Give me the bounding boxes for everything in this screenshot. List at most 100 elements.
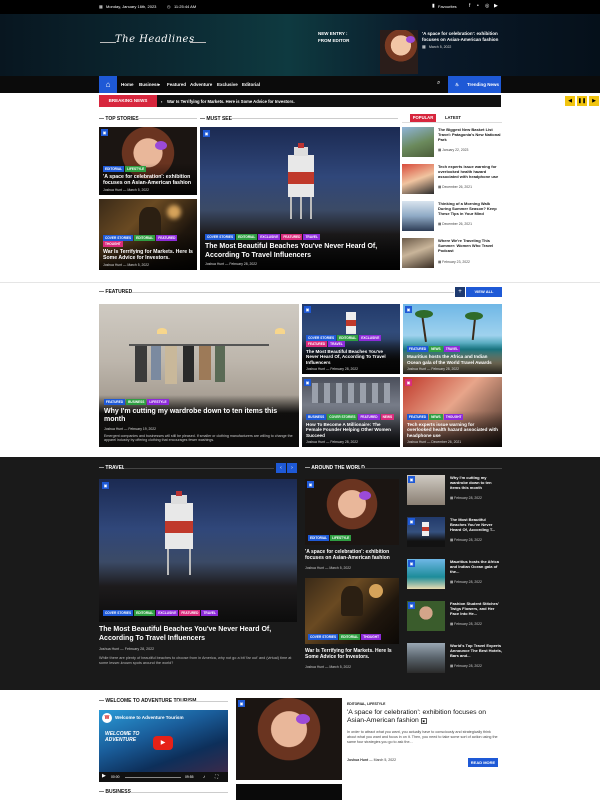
editor-pick-image[interactable]	[380, 30, 418, 74]
tag[interactable]: TRAVEL	[443, 346, 461, 352]
mini-thumb[interactable]: ▣	[407, 475, 445, 505]
featured-card-2[interactable]: ▣ FEATURED NEWS TRAVEL Mauritius hosts the…	[403, 304, 502, 374]
tag[interactable]: LIFESTYLE	[147, 398, 169, 405]
view-all-button[interactable]: VIEW ALL	[466, 287, 502, 297]
tag[interactable]: EXCLUSIVE	[359, 334, 382, 341]
tag[interactable]: EDITORIAL	[339, 634, 361, 640]
tag[interactable]: EDITORIAL	[103, 165, 125, 172]
author[interactable]: Joshua Hunt	[103, 188, 122, 192]
nav-item-exclusive[interactable]: Exclusive	[217, 82, 238, 87]
featured-card-4-title[interactable]: Tech experts issue warning for overlooke…	[407, 422, 498, 439]
around-big-1-image[interactable]: ▣ EDITORIAL LIFESTYLE	[305, 479, 399, 545]
bottom-article-image[interactable]: ▣	[236, 698, 342, 780]
top-story-2-title[interactable]: War Is Terrifying for Markets. Here Is S…	[103, 249, 193, 261]
sidebar-item[interactable]: Tech experts issue warning for overlooke…	[402, 164, 502, 198]
must-see-headline[interactable]: The Most Beautiful Beaches You've Never …	[205, 243, 395, 260]
tag[interactable]: COVER STORIES	[308, 634, 339, 640]
video-player[interactable]: W Welcome to Adventure Tourism WELCOME T…	[99, 710, 228, 782]
tag[interactable]: FEATURED	[358, 413, 380, 420]
nav-item-featured[interactable]: Featured	[167, 82, 186, 87]
tag[interactable]: LIFESTYLE	[330, 535, 352, 541]
bottom-article-title[interactable]: 'A space for celebration': exhibition fo…	[347, 709, 502, 726]
nav-item-adventure[interactable]: Adventure	[190, 82, 212, 87]
plus-icon[interactable]: +	[455, 287, 465, 297]
video-title[interactable]: Welcome to Adventure Tourism	[115, 715, 184, 720]
tag[interactable]: EDITORIAL	[134, 610, 156, 616]
mini-title[interactable]: The Most Beautiful Beaches You've Never …	[450, 517, 503, 532]
play-icon[interactable]: ▶	[102, 773, 106, 779]
tag[interactable]: FEATURED	[407, 413, 429, 420]
tag[interactable]: EXCLUSIVE	[258, 234, 281, 241]
tag[interactable]: FEATURED	[407, 346, 429, 352]
home-icon[interactable]: ⌂	[99, 76, 117, 93]
bottom-article-tags[interactable]: EDITORIAL, LIFESTYLE	[347, 702, 385, 706]
prev-icon[interactable]: ◀	[565, 96, 575, 106]
featured-card-2-title[interactable]: Mauritius hosts the Africa and Indian Oc…	[407, 354, 498, 365]
featured-main-card[interactable]: FEATURED BUSINESS LIFESTYLE Why I'm cuttin…	[99, 304, 299, 447]
tag[interactable]: THOUGHT	[443, 413, 464, 420]
mini-title[interactable]: Fashion Student Stitches' Twigs Flowers,…	[450, 601, 503, 616]
around-big-1-title[interactable]: 'A space for celebration': exhibition fo…	[305, 549, 399, 562]
author[interactable]: Joshua Hunt	[306, 367, 325, 371]
flickr-icon[interactable]: •	[477, 3, 479, 9]
sidebar-title[interactable]: The Biggest New Basket List Travel: Pata…	[438, 127, 502, 142]
tab-popular[interactable]: POPULAR	[410, 114, 436, 122]
travel-card[interactable]: ▣ COVER STORIES EDITORIAL EXCLUSIVE FEATURE…	[99, 479, 297, 622]
tag[interactable]: FEATURED	[281, 234, 303, 241]
youtube-icon[interactable]: ▶	[494, 3, 498, 9]
tag[interactable]: LIFESTYLE	[125, 165, 147, 172]
sidebar-thumb[interactable]	[402, 127, 434, 157]
tag[interactable]: THOUGHT	[361, 634, 382, 640]
favourites-link[interactable]: Favourites	[438, 4, 457, 9]
mini-title[interactable]: World's Top Travel Experts Announce The …	[450, 643, 503, 658]
sidebar-title[interactable]: Thinking of a Morning Walk During Summer…	[438, 201, 502, 216]
featured-card-1-title[interactable]: The Most Beautiful Beaches You've Never …	[306, 349, 396, 366]
mini-thumb[interactable]	[407, 643, 445, 673]
volume-icon[interactable]: ♪	[203, 774, 205, 779]
nav-item-editorial[interactable]: Editorial	[242, 82, 260, 87]
tag[interactable]: COVER STORIES	[205, 234, 236, 241]
read-more-button[interactable]: READ MORE	[468, 758, 498, 767]
author[interactable]: Joshua Hunt	[103, 263, 122, 267]
next-article-thumb[interactable]	[236, 784, 342, 800]
nav-item-home[interactable]: Home	[121, 82, 134, 87]
site-logo[interactable]: The Headlines	[115, 34, 195, 45]
youtube-play-icon[interactable]: ▶	[153, 736, 173, 750]
mini-title[interactable]: Mauritius hosts the Africa and Indian Oc…	[450, 559, 503, 574]
around-mini-item[interactable]: ▣ Fashion Student Stitches' Twigs Flower…	[407, 601, 503, 635]
featured-card-3[interactable]: ▣ BUSINESS COVER STORIES FEATURED NEWS How …	[302, 377, 400, 447]
sidebar-title[interactable]: Where We're Traveling This Summer: Women…	[438, 238, 502, 253]
sidebar-item[interactable]: Thinking of a Morning Walk During Summer…	[402, 201, 502, 235]
around-mini-item[interactable]: World's Top Travel Experts Announce The …	[407, 643, 503, 677]
featured-card-4[interactable]: ▣ FEATURED NEWS THOUGHT Tech experts issue…	[403, 377, 502, 447]
tag[interactable]: EDITORIAL	[308, 535, 330, 541]
fullscreen-icon[interactable]: ⛶	[215, 774, 218, 779]
featured-card-1[interactable]: ▣ COVER STORIES EDITORIAL EXCLUSIVEFEATURE…	[302, 304, 400, 374]
sidebar-thumb[interactable]	[402, 164, 434, 194]
mini-title[interactable]: Why I'm cutting my wardrobe down to ten …	[450, 475, 503, 490]
seek-bar[interactable]	[125, 777, 181, 778]
top-story-1-title[interactable]: 'A space for celebration': exhibition fo…	[103, 174, 193, 186]
tag[interactable]: BUSINESS	[306, 413, 327, 420]
trending-button[interactable]: ♨ Trending News	[448, 76, 501, 93]
tag[interactable]: COVER STORIES	[327, 413, 358, 420]
tag[interactable]: FEATURED	[306, 340, 328, 347]
ticker-text[interactable]: War Is Terrifying for Markets. Here is S…	[167, 99, 295, 104]
tag[interactable]: EDITORIAL	[236, 234, 258, 241]
tag[interactable]: FEATURED	[179, 610, 201, 616]
mini-thumb[interactable]: ▣	[407, 601, 445, 631]
around-mini-item[interactable]: ▣ Why I'm cutting my wardrobe down to te…	[407, 475, 503, 509]
around-big-2-image[interactable]: COVER STORIES EDITORIAL THOUGHT	[305, 578, 399, 644]
featured-card-3-title[interactable]: How To Become A Millionaire: The Female …	[306, 422, 396, 439]
author[interactable]: Joshua Hunt	[104, 427, 123, 431]
chevron-left-icon[interactable]: ‹	[276, 463, 286, 473]
author[interactable]: Joshua Hunt	[306, 440, 325, 444]
around-mini-item[interactable]: ▣ Mauritius hosts the Africa and Indian …	[407, 559, 503, 593]
tag[interactable]: THOUGHT	[103, 240, 123, 247]
tag[interactable]: EDITORIAL	[134, 234, 156, 241]
tab-latest[interactable]: LATEST	[440, 114, 466, 122]
tag[interactable]: FEATURED	[156, 234, 178, 241]
sidebar-thumb[interactable]	[402, 201, 434, 231]
tag[interactable]: EXCLUSIVE	[156, 610, 179, 616]
author[interactable]: Joshua Hunt	[407, 367, 426, 371]
